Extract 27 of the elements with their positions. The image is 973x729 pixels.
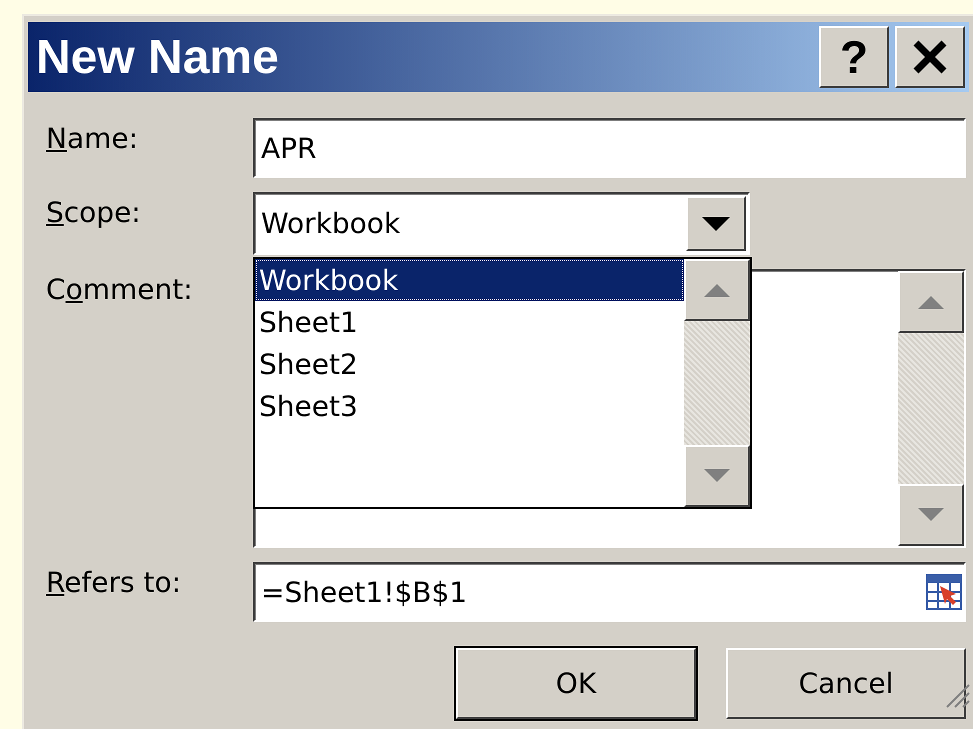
field-label: Name:: [46, 121, 140, 157]
field-label: Scope:: [46, 195, 142, 231]
field-label: Refers to:: [46, 565, 182, 601]
help-button[interactable]: ?: [819, 26, 889, 88]
window-title: New Name: [36, 30, 280, 84]
name-field[interactable]: APR: [253, 118, 966, 178]
caret-icon: [702, 216, 730, 230]
range-select-icon[interactable]: [926, 574, 962, 610]
up-arrow-icon: [702, 282, 732, 298]
up-arrow-icon: [916, 294, 946, 310]
down-arrow-icon: [916, 507, 946, 523]
down-arrow-icon: [702, 468, 732, 484]
close-icon: [912, 39, 948, 75]
scroll-down-button[interactable]: [898, 484, 964, 546]
close-button[interactable]: [895, 26, 965, 88]
scroll-down-button[interactable]: [684, 445, 750, 507]
ok-button[interactable]: OK: [456, 648, 696, 719]
scrollbar[interactable]: [898, 271, 964, 546]
refers-to-field[interactable]: =Sheet1!$B$1: [253, 562, 966, 622]
dropdown-button[interactable]: [686, 196, 746, 251]
cancel-button[interactable]: Cancel: [726, 648, 966, 719]
scroll-up-button[interactable]: [898, 271, 964, 333]
list-option[interactable]: Workbook: [255, 259, 684, 301]
scope-dropdown[interactable]: Workbook: [253, 192, 750, 255]
scroll-up-button[interactable]: [684, 259, 750, 321]
scrollbar[interactable]: [684, 259, 750, 507]
field-label: Comment:: [46, 272, 194, 308]
